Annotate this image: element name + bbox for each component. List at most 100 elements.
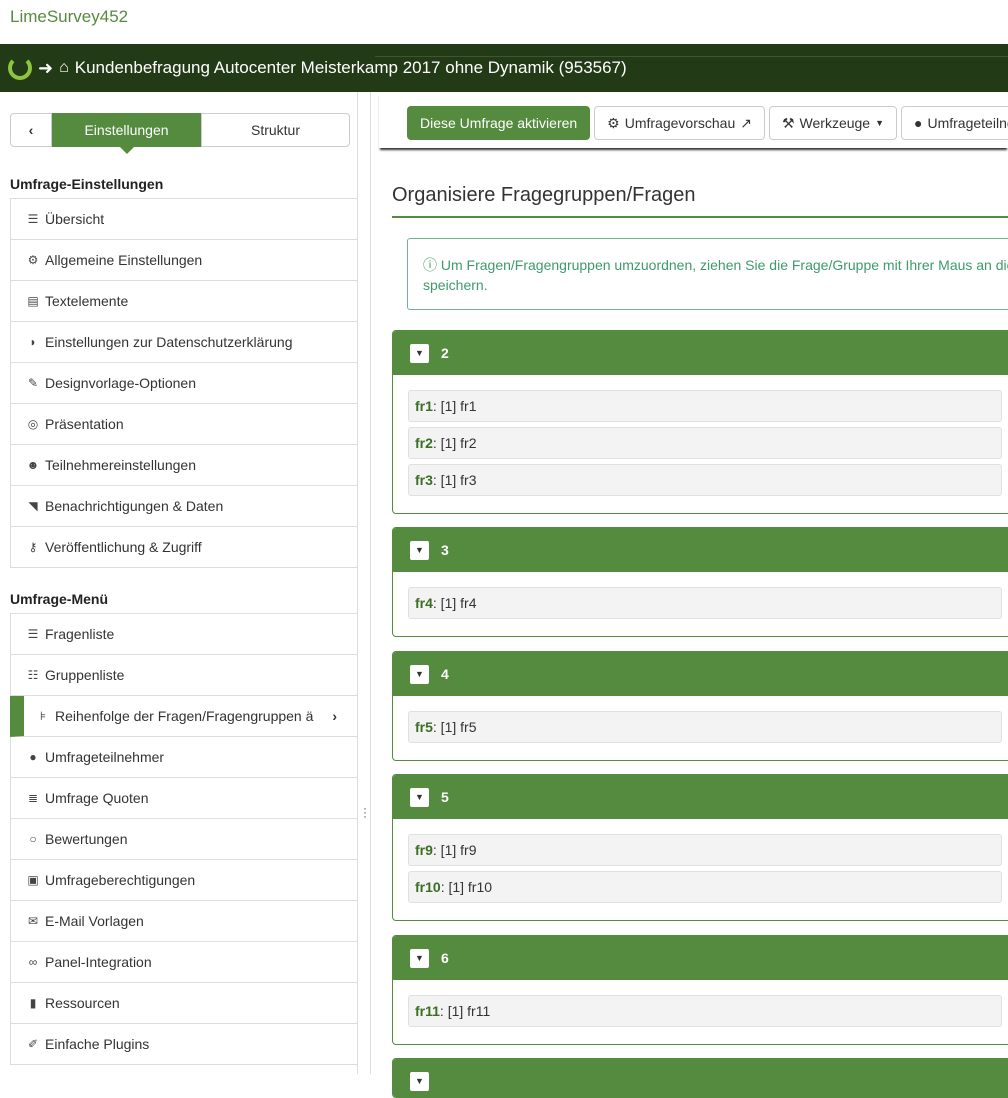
tab-struktur[interactable]: Struktur [201,113,350,147]
activate-survey-button[interactable]: Diese Umfrage aktivieren [407,106,591,140]
file-icon: ▮ [29,996,37,1010]
sidebar-item[interactable]: ∞ Panel-Integration [10,942,358,983]
sidebar-item[interactable]: ☰ Fragenliste [10,614,358,655]
question-item[interactable]: fr3: [1] fr3 [408,464,1002,496]
sidebar-item[interactable]: ▤ Textelemente [10,281,358,322]
limesurvey-logo-icon[interactable] [8,56,32,80]
caret-down-icon: ▼ [875,118,885,128]
list-icon: ☰ [27,212,39,226]
question-item[interactable]: fr9: [1] fr9 [408,834,1002,866]
question-text: : [1] fr5 [432,719,477,735]
sidebar-item-label: Umfrageberechtigungen [45,872,196,888]
sidebar-item[interactable]: ○ Bewertungen [10,819,358,860]
sidebar-item-label: Einstellungen zur Datenschutzerklärung [45,334,293,350]
question-code: fr2 [415,435,433,451]
sidebar-item[interactable]: ● Umfrageteilnehmer [10,737,358,778]
info-alert: ⓘ Um Fragen/Fragengruppen umzuordnen, zi… [407,238,1008,310]
question-group[interactable]: ▼ 3 fr4: [1] fr4 [392,527,1008,637]
group-body: fr1: [1] fr1 fr2: [1] fr2 fr3: [1] fr3 [393,375,1008,513]
sidebar-item[interactable]: ☷ Gruppenliste [10,655,358,696]
sidebar-item[interactable]: ✉ E-Mail Vorlagen [10,901,358,942]
plug-icon: ✐ [27,1037,39,1051]
paint-brush-icon: ✎ [27,376,39,390]
toggle-group-button[interactable]: ▼ [410,948,429,968]
question-item[interactable]: fr11: [1] fr11 [408,995,1002,1027]
question-group[interactable]: ▼ 4 fr5: [1] fr5 [392,651,1008,761]
group-header[interactable]: ▼ 5 [393,775,1008,819]
question-code: fr11 [415,1003,440,1019]
sidebar-item-label: Umfrageteilnehmer [45,749,165,765]
external-link-icon: ↗ [740,114,752,131]
question-group[interactable]: ▼ [392,1058,1008,1098]
sidebar-item-label: Einfache Plugins [45,1036,150,1052]
sidebar-item[interactable]: ▣ Umfrageberechtigungen [10,860,358,901]
question-text: : [1] fr1 [432,398,477,414]
sidebar-item[interactable]: ☻ Teilnehmereinstellungen [10,445,358,486]
group-header[interactable]: ▼ 2 [393,331,1008,375]
users-icon: ☻ [26,458,40,472]
app-brand[interactable]: LimeSurvey452 [10,7,128,27]
resize-handle[interactable]: · · · [363,802,367,822]
toggle-group-button[interactable]: ▼ [410,540,429,560]
tools-icon: ⚒ [781,114,795,131]
question-group[interactable]: ▼ 5 fr9: [1] fr9 fr10: [1] fr10 [392,774,1008,921]
toggle-group-button[interactable]: ▼ [410,1071,429,1091]
sidebar-item-label: Ressourcen [45,995,120,1011]
question-item[interactable]: fr5: [1] fr5 [408,711,1002,743]
group-header[interactable]: ▼ 4 [393,652,1008,696]
sidebar-item[interactable]: ☰ Übersicht [10,199,358,240]
sidebar-item[interactable]: ≣ Umfrage Quoten [10,778,358,819]
toggle-group-button[interactable]: ▼ [410,343,429,363]
tasks-icon: ≣ [27,791,39,805]
group-body: fr5: [1] fr5 [393,696,1008,760]
toggle-group-button[interactable]: ▼ [410,787,429,807]
sidebar-item[interactable]: ⚙ Allgemeine Einstellungen [10,240,358,281]
tools-dropdown[interactable]: ⚒ Werkzeuge ▼ [768,106,898,140]
question-text: : [1] fr3 [432,472,477,488]
question-item[interactable]: fr4: [1] fr4 [408,587,1002,619]
sitemap-icon: ⊧ [39,709,47,723]
question-code: fr4 [415,595,433,611]
collapse-sidebar-button[interactable]: ‹ [10,113,52,147]
question-text: : [1] fr9 [432,842,477,858]
arrow-right-icon: ➜ [38,57,54,78]
eye-slash-icon: ◎ [27,417,39,431]
sidebar-item[interactable]: ⊧ Reihenfolge der Fragen/Fragengruppen ä › [10,696,358,737]
sidebar-item-label: Übersicht [45,211,105,227]
sidebar-item-label: Veröffentlichung & Zugriff [45,539,202,555]
sidebar-item[interactable]: ✐ Einfache Plugins [10,1024,358,1065]
home-icon[interactable]: ⌂ [59,59,69,77]
sidebar-item[interactable]: ▮ Ressourcen [10,983,358,1024]
sidebar-item-label: Designvorlage-Optionen [45,375,196,391]
toggle-group-button[interactable]: ▼ [410,664,429,684]
question-item[interactable]: fr2: [1] fr2 [408,427,1002,459]
participants-button[interactable]: ●Umfrageteilnehmer [901,106,1008,140]
rss-icon: ◥ [28,499,38,513]
cogs-icon: ⚙ [27,253,39,267]
chevron-right-icon[interactable]: › [332,708,337,724]
sidebar-item[interactable]: ◎ Präsentation [10,404,358,445]
group-body: fr4: [1] fr4 [393,572,1008,636]
key-icon: ⚷ [28,540,38,554]
page-title: Organisiere Fragegruppen/Fragen [392,184,696,206]
question-group[interactable]: ▼ 2 fr1: [1] fr1 fr2: [1] fr2 fr3: [1] fr3 [392,330,1008,514]
sidebar-item[interactable]: ⚷ Veröffentlichung & Zugriff [10,527,358,568]
sidebar-item-label: Umfrage Quoten [45,790,149,806]
preview-button[interactable]: ⚙ Umfragevorschau ↗ [594,106,765,140]
sidebar-item-label: Panel-Integration [45,954,152,970]
question-code: fr10 [415,879,441,895]
tab-einstellungen[interactable]: Einstellungen [52,113,201,154]
divider [392,216,1008,218]
settings-menu: ☰ Übersicht ⚙ Allgemeine Einstellungen ▤ Text… [10,198,358,568]
question-group[interactable]: ▼ 6 fr11: [1] fr11 [392,935,1008,1045]
main-content: Diese Umfrage aktivieren ⚙ Umfragevorscha… [370,92,1008,1098]
question-item[interactable]: fr1: [1] fr1 [408,390,1002,422]
survey-title[interactable]: Kundenbefragung Autocenter Meisterkamp 2… [75,58,627,78]
group-header[interactable]: ▼ 3 [393,528,1008,572]
sidebar-item[interactable]: ✎ Designvorlage-Optionen [10,363,358,404]
sidebar-item[interactable]: ◗ Einstellungen zur Datenschutzerklärung [10,322,358,363]
sidebar-item[interactable]: ◥ Benachrichtigungen & Daten [10,486,358,527]
question-item[interactable]: fr10: [1] fr10 [408,871,1002,903]
group-header[interactable]: ▼ 6 [393,936,1008,980]
user-icon: ● [29,750,37,764]
